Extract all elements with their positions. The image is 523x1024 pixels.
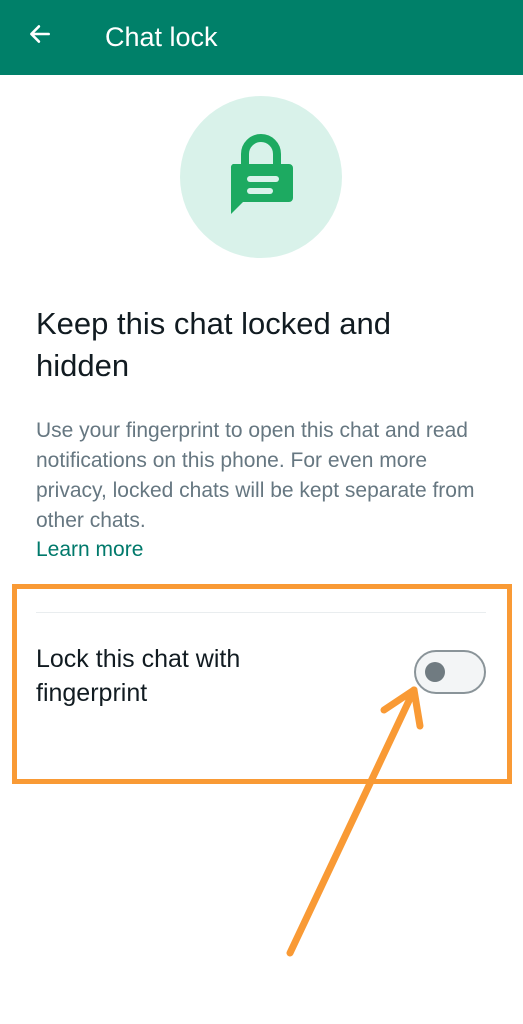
toggle-knob bbox=[425, 662, 445, 682]
back-button[interactable] bbox=[18, 14, 62, 58]
description: Use your fingerprint to open this chat a… bbox=[36, 419, 475, 532]
divider bbox=[36, 612, 486, 613]
page-title: Chat lock bbox=[105, 22, 218, 52]
setting-label: Lock this chat with fingerprint bbox=[36, 645, 241, 707]
lock-chat-icon bbox=[221, 130, 301, 225]
app-bar: Chat lock bbox=[0, 0, 523, 75]
chat-lock-screen: Chat lock Keep this chat locked and hidd… bbox=[0, 0, 523, 1024]
headline: Keep this chat locked and hidden bbox=[36, 306, 392, 383]
fingerprint-lock-toggle[interactable] bbox=[414, 650, 486, 694]
hero-illustration bbox=[180, 96, 342, 258]
arrow-left-icon bbox=[27, 21, 53, 52]
fingerprint-lock-setting[interactable]: Lock this chat with fingerprint bbox=[0, 630, 523, 730]
learn-more-link[interactable]: Learn more bbox=[36, 535, 143, 565]
